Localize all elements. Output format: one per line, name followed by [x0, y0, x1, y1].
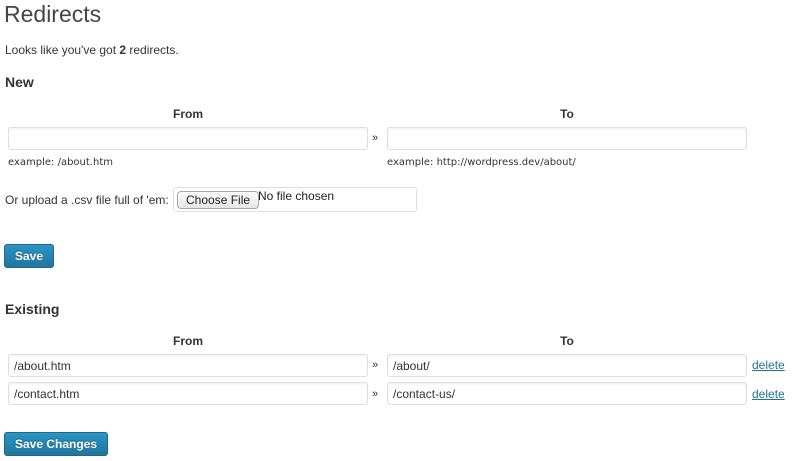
redirect-summary: Looks like you've got 2 redirects.: [5, 43, 179, 57]
existing-from-input[interactable]: [8, 382, 368, 405]
new-to-input[interactable]: [387, 127, 747, 150]
choose-file-button[interactable]: Choose File: [177, 191, 260, 209]
existing-heading: Existing: [5, 301, 60, 317]
existing-arrow: »: [372, 359, 379, 371]
existing-to-input[interactable]: [387, 382, 747, 405]
save-button[interactable]: Save: [4, 244, 55, 268]
from-example-hint: example: /about.htm: [8, 157, 113, 168]
delete-link[interactable]: delete: [752, 387, 785, 401]
csv-file-input[interactable]: Choose File No file chosen: [173, 187, 417, 212]
existing-arrow: »: [372, 388, 379, 400]
new-heading: New: [5, 74, 34, 90]
existing-from-header: From: [173, 334, 203, 348]
new-from-header: From: [173, 107, 203, 121]
save-changes-button[interactable]: Save Changes: [4, 432, 109, 456]
csv-upload-label: Or upload a .csv file full of 'em:: [5, 193, 169, 207]
page-title: Redirects: [4, 1, 102, 27]
to-example-hint: example: http://wordpress.dev/about/: [387, 157, 576, 168]
file-status-text: No file chosen: [258, 189, 335, 203]
new-to-header: To: [560, 107, 574, 121]
existing-from-input[interactable]: [8, 354, 368, 377]
new-from-input[interactable]: [8, 127, 368, 150]
existing-to-input[interactable]: [387, 354, 747, 377]
delete-link[interactable]: delete: [752, 358, 785, 372]
existing-to-header: To: [560, 334, 574, 348]
new-arrow: »: [372, 132, 379, 144]
